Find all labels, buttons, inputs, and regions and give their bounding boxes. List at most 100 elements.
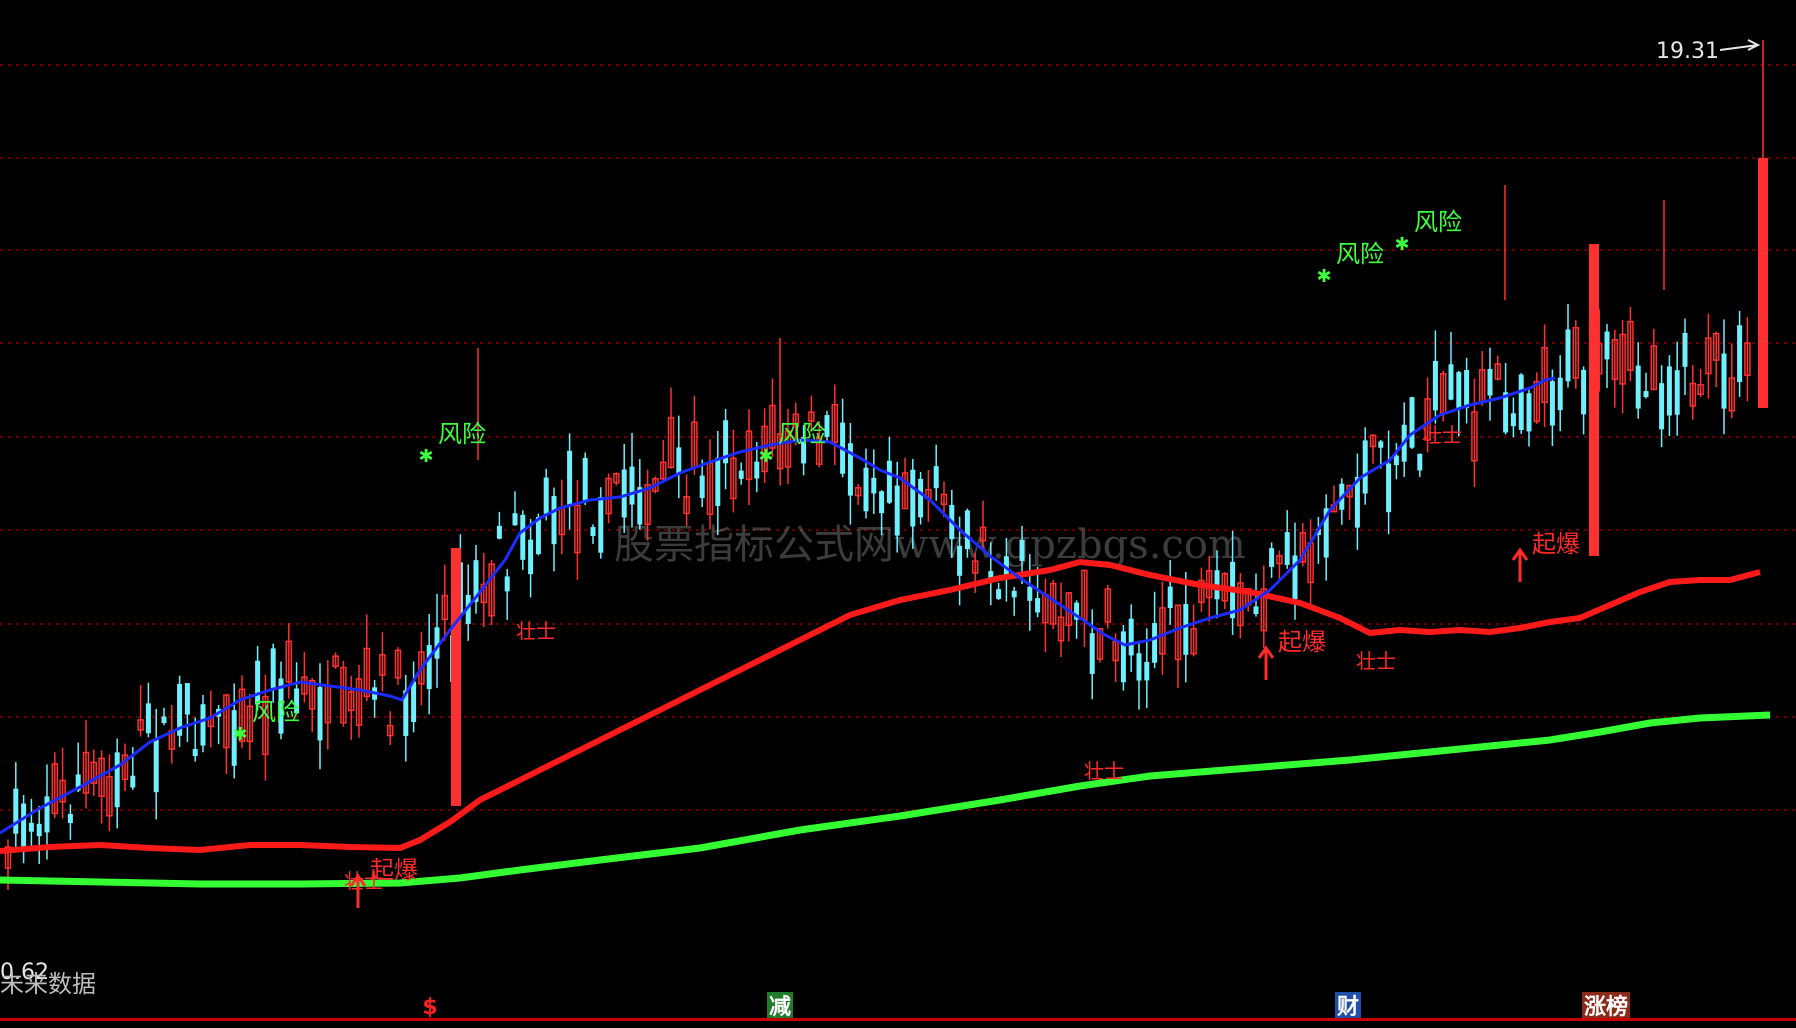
candle-body [36,823,42,837]
risk-star-icon: ✱ [1316,266,1331,287]
candle-body [910,469,916,527]
candle-body [1417,453,1423,471]
candle-body [153,739,159,793]
candle-body [1682,332,1688,367]
candle-body [1019,540,1025,561]
candle-body [871,477,877,494]
candle-body [894,485,900,536]
candle-body [964,510,970,550]
limit-up-bar [1589,244,1599,556]
candle-body [863,467,869,512]
burst-arrow-icon [1257,645,1275,680]
candle-body [1386,463,1392,513]
candle-body [567,450,573,505]
candle-body [426,645,432,689]
candle-body [1393,455,1399,466]
candle-body [551,495,557,545]
candle-body [184,683,190,715]
candle-body [957,545,963,576]
candle-body [1167,586,1173,609]
candle-body [1643,391,1649,398]
risk-label: 风险 [438,420,486,448]
limit-up-bar [1758,158,1768,408]
burst-arrow-icon [1511,547,1529,582]
candle-body [130,775,136,788]
candle-body [1362,440,1368,494]
candle-body [67,813,73,824]
candle-body [1284,532,1290,565]
footer-badges: $ 减 财 涨榜 [417,992,1630,1020]
candle-body [535,517,541,555]
candle-body [145,703,151,734]
candle-body [1565,329,1571,382]
candle-body [738,470,744,479]
candle-body [270,648,276,688]
candle-body [590,527,596,537]
candle-body [28,822,34,832]
risk-star-icon: ✱ [232,724,247,745]
candle-body [192,748,198,757]
candle-body [996,589,1002,599]
candle-body [504,576,510,592]
status-text: 未来数据 [0,970,96,998]
candle-body [1549,381,1555,426]
candle-body [1666,366,1672,416]
candle-body [1089,633,1095,674]
candle-body [1464,370,1470,408]
candle-body [1432,360,1438,411]
candle-body [1027,586,1033,601]
candle-body [21,803,27,852]
candle-body [598,496,604,553]
kline-chart[interactable]: 股票指标公式网www.gpzbgs.com ✱风险✱风险✱风险✱风险 ✱风险起爆起… [0,0,1796,1028]
candle-body [879,491,885,514]
limit-up-bar [451,548,461,806]
candle-body [200,704,206,746]
candle-body [1035,598,1041,613]
candle-body [1378,441,1384,448]
burst-label: 起爆 [1532,530,1580,558]
candle-body [1448,364,1454,400]
risk-label: 风险 [778,420,826,448]
footer-badge-label: 涨榜 [1584,994,1628,1020]
candle-body [1409,397,1415,448]
candle-body [1144,661,1150,681]
candle-body [543,477,549,514]
footer-badge-label: $ [422,995,437,1020]
high-price-label: 19.31 [1656,39,1719,64]
risk-star-icon: ✱ [418,446,433,467]
candle-body [1581,369,1587,415]
candle-body [676,447,682,475]
warrior-label: 壮士 [1356,649,1396,673]
candle-body [1721,353,1727,409]
candle-body [1526,393,1532,432]
candle-body [1635,365,1641,409]
candle-body [1518,374,1524,430]
warrior-label: 壮士 [516,619,556,643]
candle-body [528,539,534,575]
candle-body [918,478,924,518]
candlesticks [4,40,1768,890]
candle-body [411,681,417,722]
burst-label: 起爆 [1278,628,1326,656]
candle-body [114,752,120,808]
footer-divider [0,1018,1796,1021]
candle-body [1737,325,1743,383]
candle-body [1269,548,1275,567]
risk-label: 风险 [1414,208,1462,236]
candle-body [1183,604,1189,655]
candle-body [1128,618,1134,656]
candle-body [1456,372,1462,410]
candle-body [1659,383,1665,430]
risk-star-icon: ✱ [758,446,773,467]
candle-body [699,475,705,499]
risk-label: 风险 [1336,240,1384,268]
candle-body [629,466,635,505]
candle-body [1604,331,1610,360]
candle-body [1136,653,1142,681]
candle-body [1253,606,1259,615]
candle-body [1487,368,1493,396]
warrior-label: 壮士 [344,869,384,893]
candle-body [1674,370,1680,415]
footer-badge-label: 财 [1337,995,1359,1020]
candle-body [1510,413,1516,427]
